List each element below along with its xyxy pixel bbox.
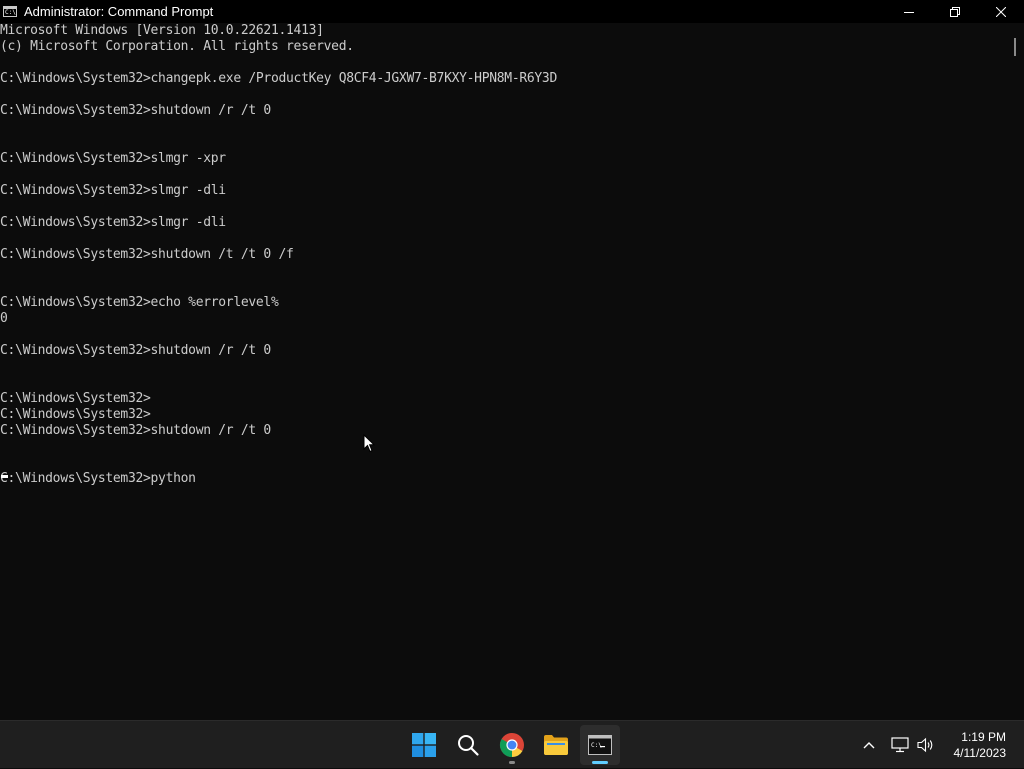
system-tray — [858, 721, 938, 769]
folder-icon — [544, 735, 568, 755]
search-button[interactable] — [448, 725, 488, 765]
console-line: C:\Windows\System32>echo %errorlevel% — [0, 295, 279, 310]
network-icon — [891, 737, 909, 753]
file-explorer-button[interactable] — [536, 725, 576, 765]
network-button[interactable] — [888, 737, 912, 753]
console-line: Microsoft Windows [Version 10.0.22621.14… — [0, 23, 324, 38]
running-indicator — [509, 761, 515, 764]
clock-time: 1:19 PM — [961, 730, 1006, 744]
console-line: C:\Windows\System32>shutdown /r /t 0 — [0, 103, 271, 118]
console-line: C:\Windows\System32>python — [0, 471, 196, 486]
command-prompt-icon: C:\ — [3, 6, 17, 17]
window-controls — [886, 0, 1024, 23]
mouse-pointer-icon — [363, 433, 376, 458]
console-line: C:\Windows\System32>shutdown /r /t 0 — [0, 343, 271, 358]
minimize-icon — [904, 11, 914, 13]
volume-button[interactable] — [914, 737, 938, 753]
window-title: Administrator: Command Prompt — [24, 4, 214, 19]
close-button[interactable] — [978, 0, 1024, 23]
taskbar: C:\ 1:19 PM 4/11/2023 — [0, 720, 1024, 768]
clock[interactable]: 1:19 PM 4/11/2023 — [954, 729, 1007, 761]
chrome-icon — [499, 733, 524, 758]
vertical-scrollbar[interactable] — [1006, 23, 1024, 720]
console-line: 0 — [0, 311, 8, 326]
terminal-icon: C:\ — [588, 735, 612, 755]
close-icon — [996, 6, 1006, 17]
minimize-button[interactable] — [886, 0, 932, 23]
command-prompt-icon-text: C:\ — [5, 9, 16, 16]
console-line: C:\Windows\System32>slmgr -dli — [0, 215, 226, 230]
console-line: (c) Microsoft Corporation. All rights re… — [0, 39, 354, 54]
console-output[interactable]: Microsoft Windows [Version 10.0.22621.14… — [0, 23, 1006, 720]
console-line: C:\Windows\System32>shutdown /r /t 0 — [0, 423, 271, 438]
console-line: C:\Windows\System32>slmgr -xpr — [0, 151, 226, 166]
console-line: C:\Windows\System32> — [0, 391, 151, 406]
text-cursor — [1, 475, 8, 478]
volume-icon — [917, 737, 933, 753]
show-hidden-icons-button[interactable] — [858, 741, 880, 749]
console-line: C:\Windows\System32> — [0, 407, 151, 422]
title-bar[interactable]: C:\ Administrator: Command Prompt — [0, 0, 1024, 23]
console-line: C:\Windows\System32>changepk.exe /Produc… — [0, 71, 557, 86]
command-prompt-taskbar-button[interactable]: C:\ — [580, 725, 620, 765]
console-line: C:\Windows\System32>shutdown /t /t 0 /f — [0, 247, 294, 262]
console-line: C:\Windows\System32>slmgr -dli — [0, 183, 226, 198]
restore-button[interactable] — [932, 0, 978, 23]
scrollbar-thumb[interactable] — [1014, 38, 1016, 56]
start-button[interactable] — [404, 725, 444, 765]
command-prompt-window[interactable]: C:\ Administrator: Command Prompt Micros… — [0, 0, 1024, 720]
active-indicator — [592, 761, 608, 764]
clock-date: 4/11/2023 — [953, 746, 1007, 760]
svg-text:C:\: C:\ — [591, 742, 602, 749]
restore-icon — [950, 6, 960, 17]
chevron-up-icon — [863, 742, 875, 749]
search-icon — [458, 735, 479, 756]
windows-logo-icon — [412, 733, 436, 757]
chrome-button[interactable] — [492, 725, 532, 765]
